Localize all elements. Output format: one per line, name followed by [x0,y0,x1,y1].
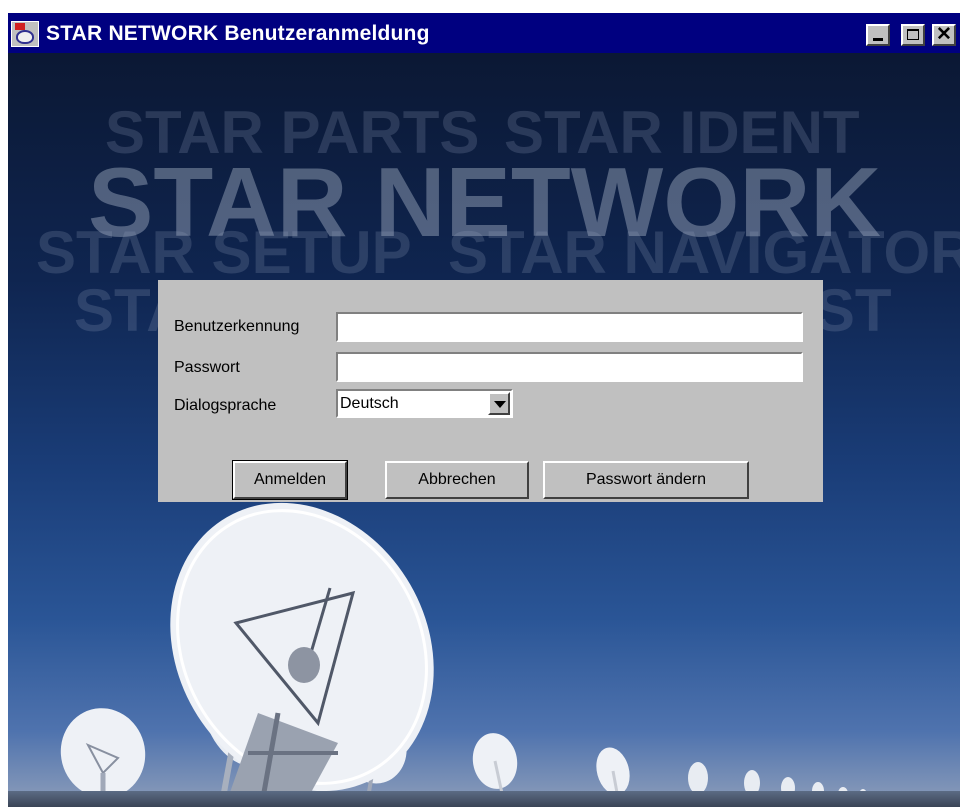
window-title: STAR NETWORK Benutzeranmeldung [46,22,430,45]
flag-shape [15,23,25,30]
maximize-icon [907,29,919,40]
chevron-down-icon [494,401,506,408]
telescope-small-6 [688,762,708,794]
password-input[interactable] [336,352,803,382]
telescope-medium-2 [472,733,518,799]
login-panel: Benutzerkennung Passwort Dialogsprache D… [158,280,823,502]
minimize-button[interactable] [866,24,890,46]
language-select[interactable]: Deutsch [336,389,513,418]
satellite-dish-icon[interactable] [11,21,39,47]
close-icon: ✕ [936,24,952,45]
change-password-button[interactable]: Passwort ändern [543,461,749,499]
language-label: Dialogsprache [174,397,277,414]
dropdown-button[interactable] [488,392,510,415]
login-button[interactable]: Anmelden [232,460,348,500]
user-label: Benutzerkennung [174,318,300,335]
minimize-icon [873,38,883,41]
maximize-button[interactable] [901,24,925,46]
telescope-main [170,502,434,799]
ground-horizon [8,791,960,807]
language-selected-value: Deutsch [340,395,399,412]
user-input[interactable] [336,312,803,342]
login-window: STAR NETWORK Benutzeranmeldung ✕ STAR PA… [8,13,960,807]
title-bar[interactable]: STAR NETWORK Benutzeranmeldung ✕ [8,13,960,53]
password-label: Passwort [174,359,240,376]
dish-shape [16,30,34,44]
cancel-button[interactable]: Abbrechen [385,461,529,499]
close-button[interactable]: ✕ [932,24,956,46]
